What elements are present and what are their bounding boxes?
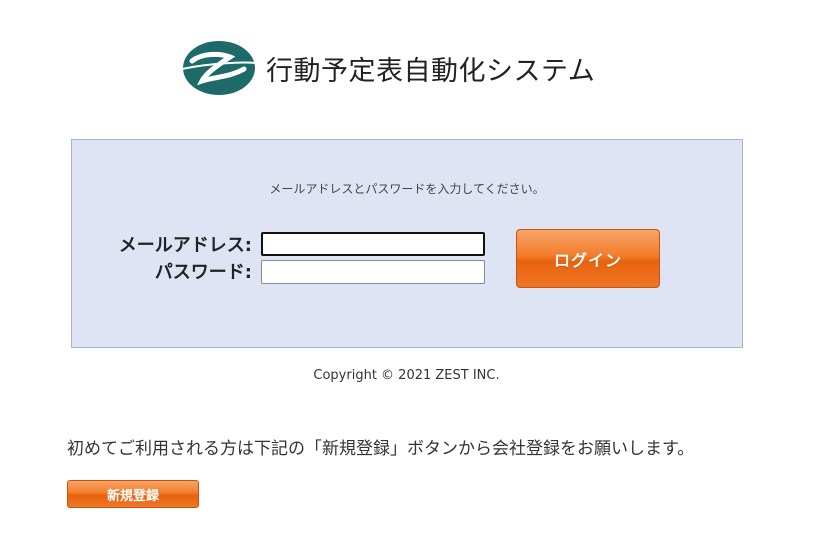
- email-field[interactable]: [261, 232, 485, 256]
- z-swirl-logo-icon: [181, 41, 257, 95]
- header: 行動予定表自動化システム: [180, 38, 595, 98]
- login-instruction: メールアドレスとパスワードを入力してください。: [269, 182, 545, 196]
- copyright-text: Copyright © 2021 ZEST INC.: [313, 368, 500, 383]
- password-field[interactable]: [261, 260, 485, 284]
- register-button[interactable]: 新規登録: [67, 480, 199, 508]
- app-title: 行動予定表自動化システム: [266, 55, 596, 87]
- password-label: パスワード:: [154, 262, 252, 283]
- login-form-panel: メールアドレスとパスワードを入力してください。 メールアドレス: パスワード: …: [71, 139, 743, 348]
- register-notice: 初めてご利用される方は下記の「新規登録」ボタンから会社登録をお願いします。: [67, 439, 695, 459]
- email-label: メールアドレス:: [118, 235, 252, 256]
- login-button[interactable]: ログイン: [516, 229, 660, 288]
- login-page: 行動予定表自動化システム メールアドレスとパスワードを入力してください。 メール…: [0, 0, 813, 542]
